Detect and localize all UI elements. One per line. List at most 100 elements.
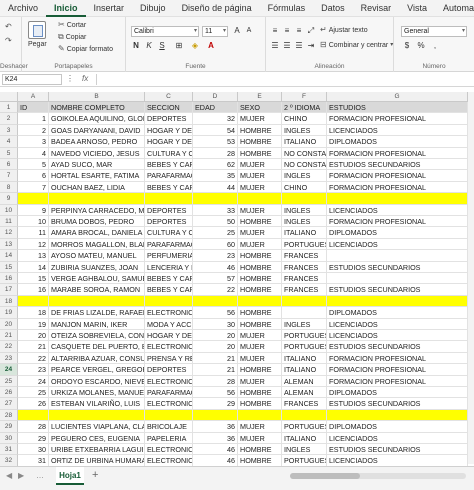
cell-g[interactable]: DIPLOMADOS bbox=[327, 136, 468, 148]
cell-d[interactable]: 53 bbox=[193, 136, 238, 148]
cell-f[interactable]: FRANCES bbox=[282, 398, 327, 410]
row-header[interactable]: 21 bbox=[0, 330, 18, 342]
row-header[interactable]: 16 bbox=[0, 273, 18, 285]
cell-d[interactable]: 57 bbox=[193, 273, 238, 285]
menu-archivo[interactable]: Archivo bbox=[0, 0, 46, 17]
cell-d[interactable]: 46 bbox=[193, 261, 238, 273]
cell-b[interactable]: URIBE ETXEBARRIA LAGUILLO bbox=[49, 444, 145, 456]
cell-a[interactable]: 30 bbox=[18, 444, 49, 456]
row-header[interactable]: 20 bbox=[0, 318, 18, 330]
fill-color-button[interactable]: ◈ bbox=[190, 41, 200, 50]
align-bottom-button[interactable]: ≡ bbox=[294, 26, 304, 35]
cell-e[interactable]: HOMBRE bbox=[238, 261, 282, 273]
align-top-button[interactable]: ≡ bbox=[270, 26, 280, 35]
cell-a[interactable]: 12 bbox=[18, 238, 49, 251]
cell-e[interactable]: HOMBRE bbox=[238, 273, 282, 285]
cell-a[interactable]: 24 bbox=[18, 375, 49, 387]
cell-d[interactable]: 62 bbox=[193, 159, 238, 171]
cell-f[interactable] bbox=[282, 307, 327, 319]
row-header[interactable]: 31 bbox=[0, 444, 18, 456]
scroll-thumb[interactable] bbox=[290, 473, 360, 479]
row-header[interactable]: 19 bbox=[0, 307, 18, 319]
cell-e[interactable]: HOMBRE bbox=[238, 284, 282, 296]
column-header-e[interactable]: E bbox=[238, 92, 282, 102]
cell-f[interactable]: INGLES bbox=[282, 318, 327, 330]
cell-a[interactable]: 19 bbox=[18, 318, 49, 330]
cell-a[interactable]: 9 bbox=[18, 204, 49, 216]
row-header[interactable]: 17 bbox=[0, 284, 18, 296]
cell-c[interactable] bbox=[145, 193, 193, 205]
cell-a[interactable]: 21 bbox=[18, 341, 49, 353]
cell-f[interactable]: NO CONSTA bbox=[282, 147, 327, 159]
cell-a[interactable]: 14 bbox=[18, 261, 49, 273]
cell-e[interactable]: MUJER bbox=[238, 181, 282, 194]
column-header-b[interactable]: B bbox=[49, 92, 145, 102]
column-header-f[interactable]: F bbox=[282, 92, 327, 102]
cell-a[interactable]: 22 bbox=[18, 352, 49, 365]
cell-f[interactable]: INGLES bbox=[282, 216, 327, 228]
menu-automatizar[interactable]: Automatizar bbox=[435, 0, 474, 17]
cell-g[interactable] bbox=[327, 409, 468, 422]
cell-c[interactable]: DEPORTES bbox=[145, 113, 193, 125]
prev-sheet-icon[interactable]: ◀ bbox=[6, 471, 12, 480]
cell-f[interactable]: ALEMAN bbox=[282, 375, 327, 387]
cell-d[interactable]: 33 bbox=[193, 204, 238, 216]
cell-a[interactable]: 28 bbox=[18, 421, 49, 433]
wrap-text-button[interactable]: ↵ Ajustar texto bbox=[320, 26, 368, 34]
column-title-cell[interactable]: NOMBRE COMPLETO bbox=[49, 102, 145, 114]
cell-b[interactable]: OUCHAN BAEZ, LIDIA bbox=[49, 181, 145, 194]
cell-f[interactable]: ITALIANO bbox=[282, 364, 327, 376]
row-header[interactable]: 18 bbox=[0, 295, 18, 308]
menu-f-rmulas[interactable]: Fórmulas bbox=[260, 0, 314, 17]
row-header[interactable]: 14 bbox=[0, 250, 18, 262]
cell-g[interactable] bbox=[327, 193, 468, 205]
cell-b[interactable]: DE FRIAS LIZALDE, RAFAEL bbox=[49, 307, 145, 319]
cell-e[interactable]: HOMBRE bbox=[238, 318, 282, 330]
cell-f[interactable]: PORTUGUES bbox=[282, 330, 327, 342]
cell-a[interactable]: 11 bbox=[18, 227, 49, 239]
cell-f[interactable]: INGLES bbox=[282, 444, 327, 456]
menu-dise-o-de-p-gina[interactable]: Diseño de página bbox=[174, 0, 260, 17]
currency-button[interactable]: $ bbox=[402, 41, 412, 50]
undo-button[interactable]: ↶ bbox=[5, 23, 12, 31]
cell-c[interactable]: BEBES Y CARRITOS bbox=[145, 284, 193, 296]
cell-a[interactable]: 18 bbox=[18, 307, 49, 319]
cell-a[interactable]: 10 bbox=[18, 216, 49, 228]
cell-a[interactable]: 25 bbox=[18, 387, 49, 399]
column-title-cell[interactable]: SECCION bbox=[145, 102, 193, 114]
indent-button[interactable]: ⇥ bbox=[306, 41, 316, 50]
cell-c[interactable]: BRICOLAJE bbox=[145, 421, 193, 433]
cell-d[interactable]: 30 bbox=[193, 318, 238, 330]
merge-center-button[interactable]: ⊟ Combinar y centrar ▾ bbox=[320, 41, 393, 49]
cell-f[interactable]: INGLES bbox=[282, 124, 327, 137]
cell-f[interactable]: FRANCES bbox=[282, 261, 327, 273]
cell-g[interactable]: LICENCIADOS bbox=[327, 330, 468, 342]
cell-a[interactable]: 26 bbox=[18, 398, 49, 410]
cell-f[interactable]: NO CONSTA bbox=[282, 159, 327, 171]
thousands-button[interactable]: , bbox=[430, 41, 440, 50]
row-header[interactable]: 3 bbox=[0, 124, 18, 137]
cell-g[interactable]: LICENCIADOS bbox=[327, 432, 468, 444]
cell-b[interactable]: ALTARRIBA AZUAR, CONSUELO bbox=[49, 352, 145, 365]
cell-d[interactable]: 44 bbox=[193, 181, 238, 194]
row-header[interactable]: 24 bbox=[0, 364, 18, 376]
menu-dibujo[interactable]: Dibujo bbox=[132, 0, 174, 17]
cell-b[interactable]: AYOSO MATEU, MANUEL bbox=[49, 250, 145, 262]
cell-d[interactable]: 32 bbox=[193, 113, 238, 125]
cell-c[interactable]: HOGAR Y DECORACION bbox=[145, 136, 193, 148]
cell-b[interactable]: OTEIZA SOBREVIELA, CONSUELO bbox=[49, 330, 145, 342]
cell-f[interactable]: ALEMAN bbox=[282, 387, 327, 399]
cell-f[interactable]: FRANCES bbox=[282, 284, 327, 296]
cell-d[interactable] bbox=[193, 193, 238, 205]
column-header-a[interactable]: A bbox=[18, 92, 49, 102]
cell-b[interactable]: VERGE AGHBALOU, SAMUEL bbox=[49, 273, 145, 285]
cell-g[interactable] bbox=[327, 295, 468, 308]
cell-b[interactable] bbox=[49, 409, 145, 422]
redo-button[interactable]: ↷ bbox=[5, 37, 12, 45]
column-header-d[interactable]: D bbox=[193, 92, 238, 102]
font-name-select[interactable]: Calibri ▾ bbox=[131, 26, 199, 37]
menu-vista[interactable]: Vista bbox=[399, 0, 435, 17]
format-painter-button[interactable]: ✎ Copiar formato bbox=[58, 45, 113, 53]
sheet-list-icon[interactable]: … bbox=[36, 471, 44, 480]
cell-c[interactable]: LENCERIA Y MODA bbox=[145, 261, 193, 273]
